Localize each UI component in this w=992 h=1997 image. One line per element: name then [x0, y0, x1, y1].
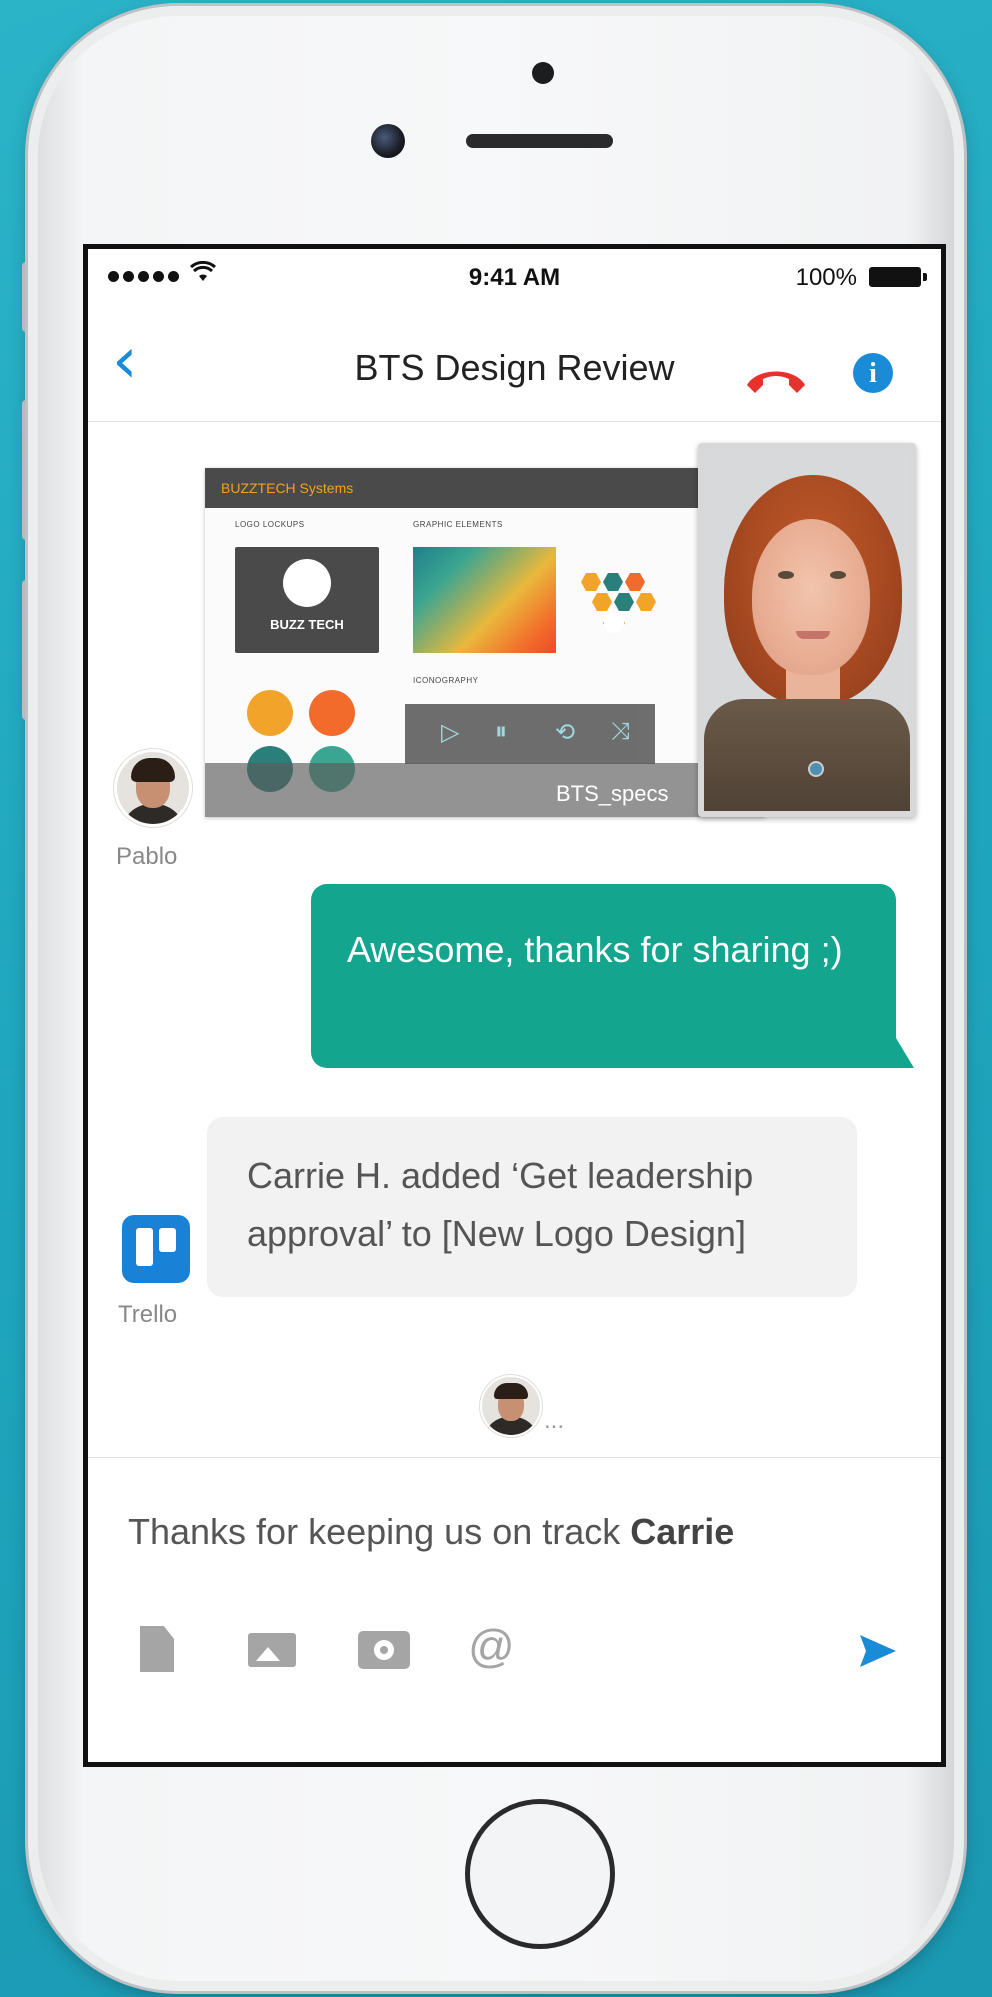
- video-call-window[interactable]: [698, 443, 916, 817]
- shared-filename: BTS_specs: [556, 781, 669, 806]
- camera-icon[interactable]: [358, 1631, 410, 1669]
- caller-mouth: [796, 631, 830, 639]
- preview-header: BUZZTECH Systems: [205, 468, 765, 508]
- hexagon-shape: [592, 593, 612, 611]
- info-icon[interactable]: i: [853, 353, 893, 393]
- logo-text: BUZZ TECH: [270, 617, 344, 632]
- sender-name: Pablo: [116, 843, 178, 870]
- outgoing-message-bubble[interactable]: Awesome, thanks for sharing ;): [311, 884, 914, 1068]
- composer-mention: Carrie: [630, 1511, 735, 1552]
- mini-logo: [247, 690, 293, 736]
- trello-icon[interactable]: [122, 1215, 190, 1283]
- hexagon-shape: [625, 573, 645, 591]
- hexagon-shape: [603, 613, 625, 633]
- hexagon-shape: [581, 573, 601, 591]
- caller-eye: [830, 571, 846, 579]
- hexagon-shape: [614, 593, 634, 611]
- section-label-iconography: ICONOGRAPHY: [413, 676, 479, 685]
- typing-indicator: ...: [544, 1407, 565, 1434]
- caller-face: [752, 519, 870, 675]
- shuffle-icon: ⤨: [611, 718, 631, 745]
- proximity-sensor: [532, 62, 554, 84]
- home-button[interactable]: [465, 1799, 615, 1949]
- logo-lockup: BUZZ TECH: [235, 547, 379, 653]
- front-camera: [371, 124, 405, 158]
- earpiece-speaker: [466, 134, 613, 148]
- caller-shirt: [704, 699, 910, 811]
- mini-logo: [309, 690, 355, 736]
- repeat-icon: ⟲: [555, 719, 576, 746]
- pause-icon: ⏸: [495, 718, 507, 745]
- hexagon-shape: [603, 573, 623, 591]
- avatar[interactable]: [114, 749, 192, 827]
- section-label-logo: LOGO LOCKUPS: [235, 520, 305, 529]
- gradient-swatch: [413, 547, 556, 653]
- message-text: Awesome, thanks for sharing ;): [347, 929, 843, 970]
- battery-percent: 100%: [795, 264, 857, 291]
- composer-divider: [88, 1457, 941, 1458]
- hang-up-icon[interactable]: [743, 363, 809, 397]
- composer-text: Thanks for keeping us on track: [128, 1511, 631, 1552]
- shared-file-preview[interactable]: BUZZTECH Systems LOGO LOCKUPS GRAPHIC EL…: [205, 468, 765, 817]
- sender-name: Trello: [118, 1301, 178, 1328]
- status-bar: 9:41 AM 100%: [88, 249, 941, 311]
- hexagon-shape: [636, 593, 656, 611]
- play-icon: ▷: [441, 719, 460, 746]
- icon-strip: ▷ ⏸ ⟲ ⤨: [405, 704, 655, 764]
- typing-avatar: [480, 1375, 542, 1437]
- bee-logo-icon: [283, 559, 331, 607]
- section-label-graphic: GRAPHIC ELEMENTS: [413, 520, 503, 529]
- image-icon[interactable]: [248, 1633, 296, 1667]
- message-text: Carrie H. added ‘Get leadership approval…: [247, 1155, 754, 1254]
- conversation-title: BTS Design Review: [354, 347, 675, 388]
- preview-header-title: BUZZTECH Systems: [221, 480, 354, 496]
- incoming-message-bubble[interactable]: Carrie H. added ‘Get leadership approval…: [207, 1117, 857, 1297]
- screen: 9:41 AM 100% ‹ BTS Design Review i BUZZT…: [83, 244, 946, 1767]
- mention-icon[interactable]: @: [468, 1619, 515, 1673]
- message-input[interactable]: Thanks for keeping us on track Carrie: [128, 1511, 734, 1553]
- document-icon[interactable]: [140, 1626, 174, 1672]
- nav-bar: ‹ BTS Design Review i: [88, 311, 941, 422]
- send-icon[interactable]: [858, 1631, 898, 1671]
- battery-icon: [869, 267, 927, 287]
- preview-caption-bar: [205, 763, 765, 817]
- caller-necklace: [808, 761, 824, 777]
- caller-eye: [778, 571, 794, 579]
